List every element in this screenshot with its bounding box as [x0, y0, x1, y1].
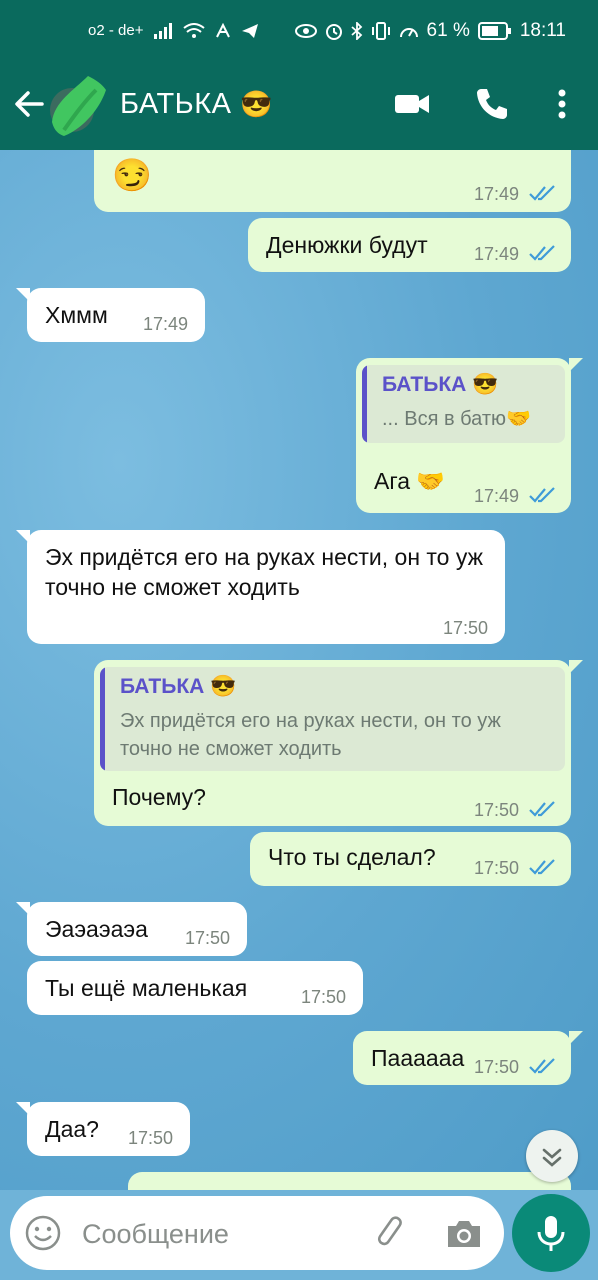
chevron-double-down-icon	[542, 1148, 562, 1167]
message-outgoing[interactable]: Паааааа 17:50	[353, 1031, 571, 1085]
status-bar: o2 - de+ 61 % 18:11	[0, 0, 598, 70]
scroll-down-button[interactable]	[526, 1130, 578, 1182]
microphone-icon	[537, 1216, 565, 1251]
message-outgoing[interactable]: Денюжки будут 17:49	[248, 218, 571, 272]
message-text: Даа?	[45, 1116, 99, 1142]
attach-clip-icon[interactable]	[372, 1214, 412, 1254]
status-left: o2 - de+	[88, 22, 259, 39]
message-time: 17:50	[185, 928, 231, 948]
message-text: Хммм	[45, 302, 108, 328]
read-ticks-icon	[529, 245, 555, 261]
message-time: 17:50	[474, 800, 520, 820]
chat-header: БАТЬКА 😎	[0, 70, 598, 150]
message-text: Почему?	[112, 784, 206, 810]
contact-name-text: БАТЬКА	[120, 88, 232, 120]
message-incoming[interactable]: Эх придётся его на руках нести, он то уж…	[27, 530, 505, 644]
message-text: Паааааа	[371, 1045, 465, 1071]
message-text: Ага 🤝	[374, 468, 446, 494]
message-time: 17:49	[474, 486, 520, 506]
more-vert-icon[interactable]	[542, 84, 582, 124]
contact-name-emoji: 😎	[240, 89, 273, 119]
bubble-tail	[569, 358, 583, 372]
message-outgoing[interactable]: Что ты сделал? 17:50	[250, 832, 571, 886]
video-call-icon[interactable]	[392, 84, 432, 124]
message-time: 17:50	[474, 1057, 520, 1077]
read-ticks-icon	[529, 1058, 555, 1074]
message-input[interactable]	[80, 1208, 364, 1260]
message-time: 17:49	[474, 244, 520, 264]
read-ticks-icon	[529, 859, 555, 875]
read-ticks-icon	[529, 185, 555, 201]
message-text: Денюжки будут	[266, 232, 428, 258]
speed-icon	[399, 28, 418, 38]
quote-text: ... Вся в батю🤝	[382, 408, 531, 430]
signal-icon	[154, 22, 173, 39]
message-incoming[interactable]: Хммм 17:49	[27, 288, 205, 342]
message-incoming[interactable]: Эаэаэаэа 17:50	[27, 902, 247, 956]
back-arrow-icon[interactable]	[12, 86, 48, 122]
telegram-icon	[242, 23, 259, 38]
reply-quote[interactable]: БАТЬКА 😎 Эх придётся его на руках нести,…	[100, 667, 565, 771]
message-text: Эаэаэаэа	[45, 916, 148, 942]
quote-bar	[100, 667, 105, 771]
quote-bar	[362, 365, 367, 443]
battery-percent: 61 %	[426, 20, 470, 41]
wifi-icon	[183, 22, 206, 38]
battery-icon	[477, 22, 511, 40]
bubble-tail	[569, 1031, 583, 1045]
camera-icon[interactable]	[444, 1214, 484, 1254]
quote-text: Эх придётся его на руках нести, он то уж…	[120, 710, 501, 760]
message-text: Что ты сделал?	[268, 844, 436, 870]
message-incoming[interactable]: Ты ещё маленькая 17:50	[27, 961, 363, 1015]
message-time: 17:49	[474, 184, 520, 204]
bubble-tail	[569, 660, 583, 674]
message-text: Ты ещё маленькая	[45, 975, 248, 1001]
message-text: Эх придётся его на руках нести, он то уж…	[45, 544, 484, 600]
message-time: 17:49	[143, 314, 189, 334]
quote-author: БАТЬКА 😎	[382, 373, 499, 396]
vibrate-icon	[371, 22, 390, 40]
bluetooth-icon	[350, 22, 362, 40]
message-time: 17:50	[128, 1128, 174, 1148]
message-text: 😏	[112, 157, 152, 193]
status-clock: 18:11	[519, 20, 566, 41]
alarm-icon	[325, 24, 342, 40]
message-time: 17:50	[301, 987, 347, 1007]
eye-icon	[294, 24, 317, 38]
app-notification-icon	[216, 22, 231, 37]
message-outgoing-reply[interactable]: БАТЬКА 😎 ... Вся в батю🤝 Ага 🤝 17:49	[356, 358, 571, 513]
status-right: 61 % 18:11	[294, 20, 566, 42]
message-composer	[10, 1196, 504, 1270]
message-time: 17:50	[443, 618, 489, 638]
chat-area[interactable]: 😏 17:49 Денюжки будут 17:49 Хммм 17:49 Б…	[0, 150, 598, 1190]
message-time: 17:50	[474, 858, 520, 878]
contact-avatar[interactable]	[44, 72, 114, 142]
read-ticks-icon	[529, 487, 555, 503]
message-outgoing[interactable]: 😏 17:49	[94, 150, 571, 212]
read-ticks-icon	[529, 801, 555, 817]
message-outgoing[interactable]	[128, 1172, 571, 1190]
message-outgoing-reply[interactable]: БАТЬКА 😎 Эх придётся его на руках нести,…	[94, 660, 571, 826]
message-incoming[interactable]: Даа? 17:50	[27, 1102, 190, 1156]
contact-name[interactable]: БАТЬКА 😎	[120, 88, 273, 121]
quote-author: БАТЬКА 😎	[120, 675, 237, 698]
reply-quote[interactable]: БАТЬКА 😎 ... Вся в батю🤝	[362, 365, 565, 443]
emoji-icon[interactable]	[24, 1214, 62, 1252]
voice-record-button[interactable]	[512, 1194, 590, 1272]
carrier-label: o2 - de+	[88, 22, 144, 39]
phone-icon[interactable]	[472, 84, 512, 124]
